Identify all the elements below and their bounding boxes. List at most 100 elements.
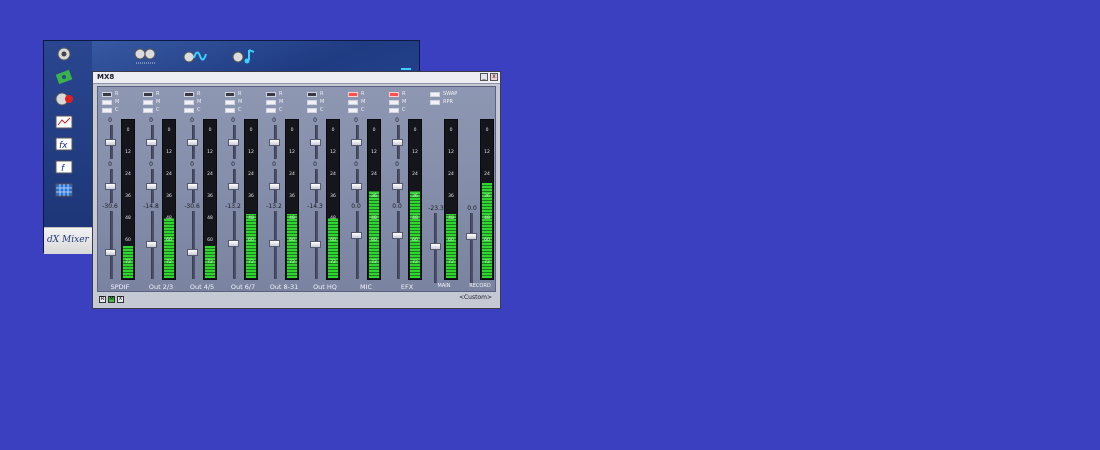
close-button[interactable]: x xyxy=(490,73,498,81)
title-bar[interactable]: MX8 _ x xyxy=(93,72,500,84)
toggle-row[interactable]: M xyxy=(184,98,206,106)
toggle-row[interactable]: R xyxy=(348,90,370,98)
toggle-led[interactable] xyxy=(389,99,399,105)
toggle-led[interactable] xyxy=(143,99,153,105)
toggle-row[interactable]: M xyxy=(389,98,411,106)
fader-knob[interactable] xyxy=(269,240,280,247)
fader-knob[interactable] xyxy=(105,139,116,146)
meter-tick: 24 xyxy=(207,172,213,177)
x-toggle-button[interactable]: X xyxy=(117,296,124,303)
music-note-icon[interactable] xyxy=(231,45,259,67)
meter-tick: 36 xyxy=(166,194,172,199)
toggle-row[interactable]: M xyxy=(143,98,165,106)
toggle-led[interactable] xyxy=(102,99,112,105)
toggle-led[interactable] xyxy=(184,107,194,113)
toggle-row[interactable]: M xyxy=(102,98,124,106)
toggle-led[interactable] xyxy=(102,107,112,113)
toggle-led[interactable] xyxy=(348,91,358,97)
toggle-row[interactable]: C xyxy=(184,106,206,114)
toggle-led[interactable] xyxy=(307,107,317,113)
meter-tick: 60 xyxy=(289,238,295,243)
menu-icon[interactable] xyxy=(401,59,411,74)
speaker-icon[interactable] xyxy=(53,45,75,63)
meter-tick: 0 xyxy=(208,128,212,133)
fader-value: 0.0 xyxy=(392,203,402,210)
fader-knob[interactable] xyxy=(351,232,362,239)
wave-icon[interactable] xyxy=(182,45,210,67)
toggle-led[interactable] xyxy=(266,107,276,113)
fader-knob[interactable] xyxy=(392,232,403,239)
fader-knob[interactable] xyxy=(430,243,441,250)
toggle-row[interactable]: C xyxy=(102,106,124,114)
toggle-row[interactable]: R xyxy=(143,90,165,98)
r-toggle-button[interactable]: R xyxy=(99,296,106,303)
toggle-row[interactable]: C xyxy=(307,106,329,114)
toggle-row[interactable]: C xyxy=(266,106,288,114)
toggle-row[interactable]: M xyxy=(225,98,247,106)
toggle-led[interactable] xyxy=(225,107,235,113)
toggle-led[interactable] xyxy=(184,99,194,105)
toggle-row[interactable]: R xyxy=(184,90,206,98)
toggle-led[interactable] xyxy=(102,91,112,97)
toggle-led[interactable] xyxy=(143,91,153,97)
toggle-led[interactable] xyxy=(266,99,276,105)
toggle-led[interactable] xyxy=(184,91,194,97)
toggle-row[interactable]: R xyxy=(389,90,411,98)
toggle-row[interactable]: C xyxy=(389,106,411,114)
fader-knob[interactable] xyxy=(228,139,239,146)
m-toggle-button[interactable]: M xyxy=(108,296,115,303)
fader-knob[interactable] xyxy=(146,241,157,248)
toggle-row[interactable]: R xyxy=(225,90,247,98)
toggle-led[interactable] xyxy=(143,107,153,113)
preset-label[interactable]: <Custom> xyxy=(459,294,492,301)
fader-track xyxy=(470,213,473,283)
fx-icon[interactable]: fx xyxy=(53,135,75,153)
toggle-row[interactable]: M xyxy=(266,98,288,106)
fader-knob[interactable] xyxy=(187,183,198,190)
mixer-panel: R M C 0 0 -30.6 0 12 24 36 48 60 72 SPDIF R M C 0 0 -14.8 0 1… xyxy=(97,86,496,292)
toggle-led[interactable] xyxy=(307,91,317,97)
fader-knob[interactable] xyxy=(187,249,198,256)
toggle-led[interactable] xyxy=(307,99,317,105)
fader-knob[interactable] xyxy=(310,183,321,190)
meter-tick: 24 xyxy=(484,172,490,177)
toggle-row[interactable]: C xyxy=(143,106,165,114)
fader-knob[interactable] xyxy=(310,139,321,146)
toggle-led[interactable] xyxy=(389,91,399,97)
fader-knob[interactable] xyxy=(187,139,198,146)
toggle-row[interactable]: R xyxy=(102,90,124,98)
fader-knob[interactable] xyxy=(310,241,321,248)
fader-knob[interactable] xyxy=(269,139,280,146)
fader-knob[interactable] xyxy=(105,249,116,256)
toggle-row[interactable]: M xyxy=(348,98,370,106)
toggle-led[interactable] xyxy=(389,107,399,113)
minimize-button[interactable]: _ xyxy=(480,73,488,81)
toggle-row[interactable]: R xyxy=(307,90,329,98)
graph-icon[interactable] xyxy=(53,113,75,131)
fader-knob[interactable] xyxy=(351,139,362,146)
speakers-icon[interactable] xyxy=(132,45,160,67)
fader-knob[interactable] xyxy=(392,139,403,146)
fader-knob[interactable] xyxy=(146,183,157,190)
fader-knob[interactable] xyxy=(105,183,116,190)
fader-knob[interactable] xyxy=(228,240,239,247)
fader-knob[interactable] xyxy=(392,183,403,190)
toggle-row[interactable]: R xyxy=(266,90,288,98)
grid-icon[interactable] xyxy=(53,181,75,199)
toggle-led[interactable] xyxy=(348,99,358,105)
toggle-row[interactable]: C xyxy=(348,106,370,114)
toggle-led[interactable] xyxy=(225,91,235,97)
toggle-led[interactable] xyxy=(266,91,276,97)
patch-icon[interactable] xyxy=(53,68,75,86)
fader-knob[interactable] xyxy=(269,183,280,190)
fader-knob[interactable] xyxy=(228,183,239,190)
record-icon[interactable] xyxy=(53,90,75,108)
toggle-led[interactable] xyxy=(225,99,235,105)
fader-knob[interactable] xyxy=(146,139,157,146)
toggle-led[interactable] xyxy=(348,107,358,113)
toggle-row[interactable]: M xyxy=(307,98,329,106)
fader-knob[interactable] xyxy=(466,233,477,240)
fader-knob[interactable] xyxy=(351,183,362,190)
function-icon[interactable]: f xyxy=(53,158,75,176)
toggle-row[interactable]: C xyxy=(225,106,247,114)
